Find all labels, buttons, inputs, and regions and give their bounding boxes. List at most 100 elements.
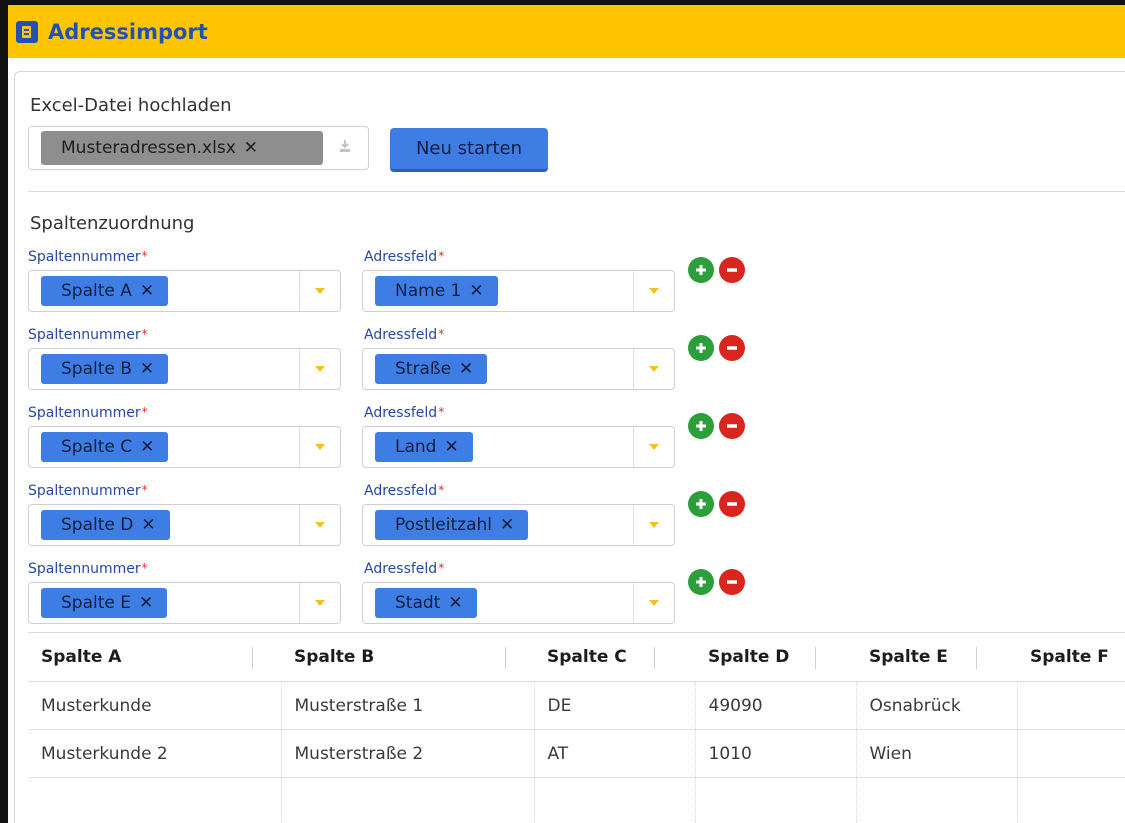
address-field-select[interactable]: Name 1 ✕ [362, 270, 675, 312]
remove-file-icon[interactable]: ✕ [244, 138, 258, 158]
column-tag: Spalte D ✕ [41, 510, 170, 540]
address-field-tag: Straße ✕ [375, 354, 488, 384]
remove-row-button[interactable] [719, 335, 745, 361]
table-cell[interactable]: 49090 [695, 681, 857, 730]
column-number-label: Spaltennummer* [28, 405, 148, 421]
address-field-label: Adressfeld* [364, 483, 445, 499]
table-row: Musterkunde Musterstraße 1 DE 49090 Osna… [28, 681, 1125, 730]
remove-tag-icon[interactable]: ✕ [500, 515, 514, 535]
address-field-tag: Stadt ✕ [375, 588, 477, 618]
table-cell[interactable] [1017, 681, 1125, 730]
add-row-button[interactable] [688, 491, 714, 517]
remove-tag-icon[interactable]: ✕ [444, 437, 458, 457]
title-bar: Adressimport [8, 5, 1125, 58]
table-cell[interactable] [1017, 729, 1125, 778]
address-field-tag: Land ✕ [375, 432, 473, 462]
column-tag: Spalte B ✕ [41, 354, 169, 384]
chevron-down-icon[interactable] [649, 444, 659, 450]
table-cell[interactable] [1017, 777, 1125, 823]
remove-tag-icon[interactable]: ✕ [140, 281, 154, 301]
column-select[interactable]: Spalte E ✕ [28, 582, 341, 624]
add-row-button[interactable] [688, 335, 714, 361]
column-header[interactable]: Spalte D [695, 632, 856, 682]
chevron-down-icon[interactable] [315, 444, 325, 450]
address-field-select[interactable]: Straße ✕ [362, 348, 675, 390]
column-select[interactable]: Spalte C ✕ [28, 426, 341, 468]
upload-icon[interactable] [338, 138, 352, 157]
upload-section-label: Excel-Datei hochladen [30, 95, 232, 116]
address-field-label: Adressfeld* [364, 327, 445, 343]
table-cell[interactable]: Wien [856, 729, 1018, 778]
table-row: Musterkunde 2 Musterstraße 2 AT 1010 Wie… [28, 729, 1125, 778]
chevron-down-icon[interactable] [315, 288, 325, 294]
page-title: Adressimport [48, 19, 208, 44]
chevron-down-icon[interactable] [315, 366, 325, 372]
column-tag: Spalte E ✕ [41, 588, 168, 618]
table-cell[interactable] [534, 777, 696, 823]
remove-tag-icon[interactable]: ✕ [459, 359, 473, 379]
column-select[interactable]: Spalte A ✕ [28, 270, 341, 312]
table-row [28, 777, 1125, 823]
column-number-label: Spaltennummer* [28, 249, 148, 265]
table-cell[interactable]: Osnabrück [856, 681, 1018, 730]
column-header[interactable]: Spalte C [534, 632, 695, 682]
restart-button[interactable]: Neu starten [390, 128, 548, 172]
file-name: Musteradressen.xlsx [61, 138, 236, 158]
chevron-down-icon[interactable] [649, 600, 659, 606]
remove-tag-icon[interactable]: ✕ [140, 437, 154, 457]
column-select[interactable]: Spalte D ✕ [28, 504, 341, 546]
address-field-tag: Name 1 ✕ [375, 276, 498, 306]
chevron-down-icon[interactable] [649, 366, 659, 372]
table-cell[interactable] [28, 777, 282, 823]
add-row-button[interactable] [688, 413, 714, 439]
table-cell[interactable]: Musterstraße 1 [281, 681, 535, 730]
address-field-select[interactable]: Land ✕ [362, 426, 675, 468]
table-cell[interactable]: AT [534, 729, 696, 778]
table-cell[interactable]: 1010 [695, 729, 857, 778]
column-select[interactable]: Spalte B ✕ [28, 348, 341, 390]
app-logo-icon [16, 20, 38, 43]
address-field-label: Adressfeld* [364, 249, 445, 265]
address-field-tag: Postleitzahl ✕ [375, 510, 529, 540]
table-cell[interactable] [856, 777, 1018, 823]
window-frame: Adressimport Excel-Datei hochladen Muste… [0, 0, 1125, 823]
table-cell[interactable]: Musterkunde 2 [28, 729, 282, 778]
preview-table: Spalte A Spalte B Spalte C Spalte D Spal… [28, 632, 1125, 823]
column-header[interactable]: Spalte A [28, 632, 281, 682]
column-tag: Spalte C ✕ [41, 432, 169, 462]
chevron-down-icon[interactable] [649, 288, 659, 294]
table-cell[interactable] [281, 777, 535, 823]
mapping-section-title: Spaltenzuordnung [30, 213, 195, 234]
column-number-label: Spaltennummer* [28, 327, 148, 343]
address-field-label: Adressfeld* [364, 405, 445, 421]
section-divider [28, 191, 1125, 192]
remove-tag-icon[interactable]: ✕ [448, 593, 462, 613]
table-header-row: Spalte A Spalte B Spalte C Spalte D Spal… [28, 632, 1125, 682]
remove-row-button[interactable] [719, 569, 745, 595]
remove-row-button[interactable] [719, 257, 745, 283]
remove-tag-icon[interactable]: ✕ [469, 281, 483, 301]
column-header[interactable]: Spalte E [856, 632, 1017, 682]
table-cell[interactable] [695, 777, 857, 823]
column-header[interactable]: Spalte F [1017, 632, 1125, 682]
add-row-button[interactable] [688, 257, 714, 283]
add-row-button[interactable] [688, 569, 714, 595]
column-tag: Spalte A ✕ [41, 276, 169, 306]
address-field-select[interactable]: Postleitzahl ✕ [362, 504, 675, 546]
remove-row-button[interactable] [719, 491, 745, 517]
address-field-select[interactable]: Stadt ✕ [362, 582, 675, 624]
file-chip: Musteradressen.xlsx ✕ [41, 131, 323, 165]
file-upload-field[interactable]: Musteradressen.xlsx ✕ [28, 126, 369, 170]
remove-tag-icon[interactable]: ✕ [141, 515, 155, 535]
table-cell[interactable]: DE [534, 681, 696, 730]
table-cell[interactable]: Musterkunde [28, 681, 282, 730]
remove-tag-icon[interactable]: ✕ [139, 593, 153, 613]
chevron-down-icon[interactable] [315, 600, 325, 606]
remove-row-button[interactable] [719, 413, 745, 439]
remove-tag-icon[interactable]: ✕ [140, 359, 154, 379]
chevron-down-icon[interactable] [315, 522, 325, 528]
column-number-label: Spaltennummer* [28, 483, 148, 499]
table-cell[interactable]: Musterstraße 2 [281, 729, 535, 778]
column-header[interactable]: Spalte B [281, 632, 534, 682]
chevron-down-icon[interactable] [649, 522, 659, 528]
